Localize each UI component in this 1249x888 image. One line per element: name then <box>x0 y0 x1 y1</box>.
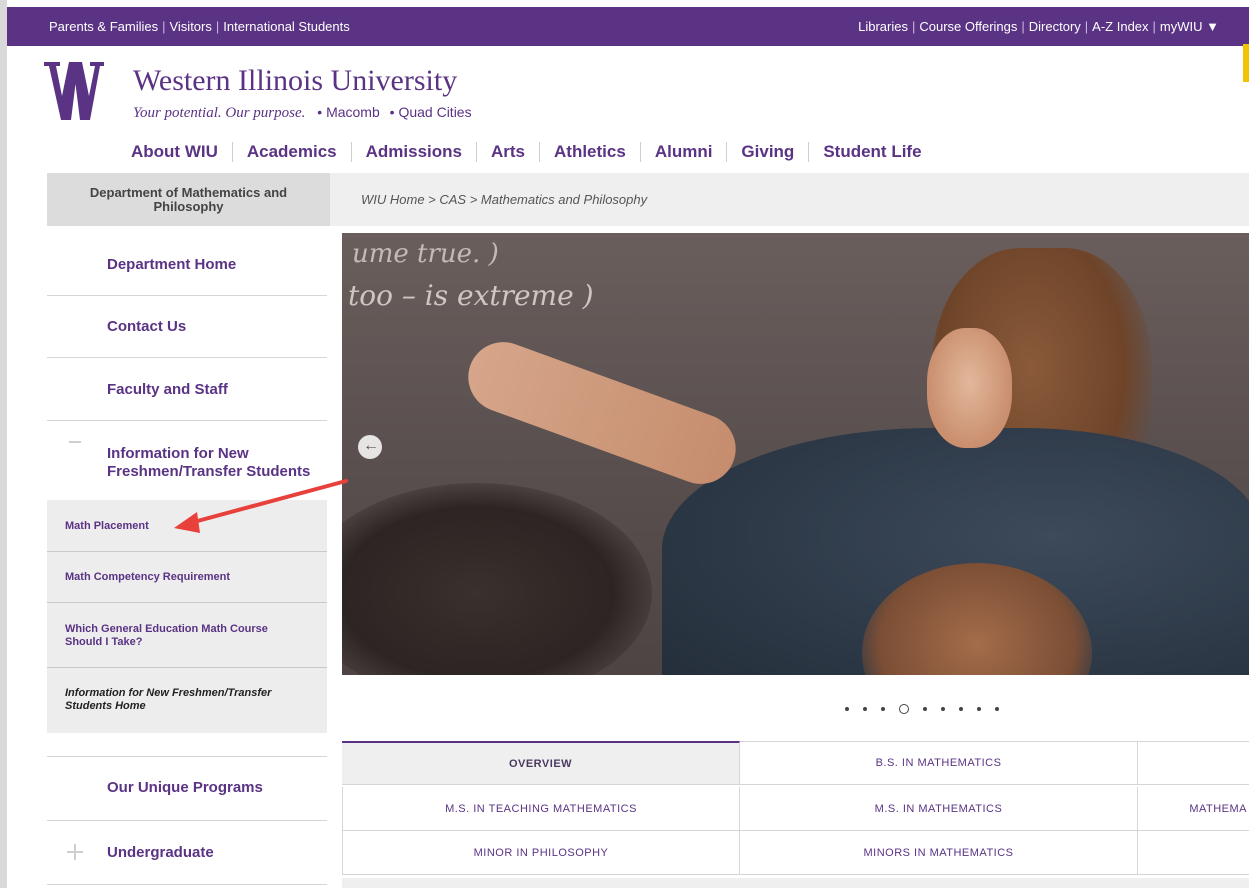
tagline-text: Your potential. Our purpose. <box>133 105 306 121</box>
slide-photo-element <box>927 328 1012 448</box>
slider-pagination <box>838 704 1006 714</box>
tab-overview[interactable]: OVERVIEW <box>342 741 740 785</box>
tab-minor-philosophy[interactable]: MINOR IN PHILOSOPHY <box>342 831 740 875</box>
breadcrumb[interactable]: WIU Home > CAS > Mathematics and Philoso… <box>361 192 647 207</box>
mywiu-dropdown[interactable]: myWIU ▼ <box>1160 19 1219 34</box>
sidebar-subitem-label: Math Placement <box>65 520 149 532</box>
slider-dot[interactable] <box>977 707 981 711</box>
sidebar-subitem-label: Information for New Freshmen/Transfer St… <box>65 687 272 712</box>
nav-arts[interactable]: Arts <box>477 142 539 162</box>
sidebar-item-faculty-staff[interactable]: Faculty and Staff <box>47 358 327 421</box>
sidebar-item-label: Faculty and Staff <box>107 381 228 398</box>
link-parents-families[interactable]: Parents & Families <box>49 19 158 34</box>
sidebar-item-department-home[interactable]: Department Home <box>47 233 327 296</box>
slider-dot[interactable] <box>845 707 849 711</box>
tab-bs-mathematics[interactable]: B.S. IN MATHEMATICS <box>740 741 1138 785</box>
department-title: Department of Mathematics and Philosophy <box>89 184 288 214</box>
chalkboard-writing: ume true. ) <box>352 239 499 269</box>
wiu-logo-icon[interactable] <box>38 62 104 120</box>
tab-ms-mathematics[interactable]: M.S. IN MATHEMATICS <box>740 787 1138 831</box>
tab-mathematics-truncated[interactable]: MATHEMA <box>1138 787 1249 831</box>
tab-empty-1[interactable] <box>1138 741 1249 785</box>
link-directory[interactable]: Directory <box>1029 19 1081 34</box>
sidebar-item-undergraduate[interactable]: Undergraduate <box>47 820 327 885</box>
nav-about-wiu[interactable]: About WIU <box>122 142 232 162</box>
sidebar-subitem-label: Which General Education Math Course Shou… <box>65 623 268 648</box>
sidebar-item-label: Our Unique Programs <box>107 779 263 796</box>
department-title-box[interactable]: Department of Mathematics and Philosophy <box>47 173 330 226</box>
sidebar-item-our-unique-programs[interactable]: Our Unique Programs <box>47 756 327 821</box>
breadcrumb-bar: WIU Home > CAS > Mathematics and Philoso… <box>330 173 1249 226</box>
university-name[interactable]: Western Illinois University <box>133 64 457 98</box>
sidebar-item-new-freshmen-transfer[interactable]: Information for New Freshmen/Transfer St… <box>47 421 327 500</box>
link-libraries[interactable]: Libraries <box>858 19 908 34</box>
nav-admissions[interactable]: Admissions <box>352 142 476 162</box>
utility-links-right: Libraries | Course Offerings | Directory | A-Z… <box>858 19 1219 34</box>
page-left-edge <box>0 0 7 888</box>
main-navigation: About WIU Academics Admissions Arts Athl… <box>122 142 936 162</box>
sidebar-item-label: Information for New Freshmen/Transfer St… <box>107 445 310 481</box>
campus-macomb-link[interactable]: • Macomb <box>317 104 379 120</box>
sidebar-item-label: Department Home <box>107 256 237 273</box>
link-a-z-index[interactable]: A-Z Index <box>1092 19 1148 34</box>
tab-empty-2[interactable] <box>1138 831 1249 875</box>
expand-plus-icon[interactable] <box>74 844 76 860</box>
link-visitors[interactable]: Visitors <box>169 19 211 34</box>
sidebar-item-contact-us[interactable]: Contact Us <box>47 295 327 358</box>
slide-photo-element <box>458 332 746 494</box>
nav-academics[interactable]: Academics <box>233 142 351 162</box>
slider-dot[interactable] <box>941 707 945 711</box>
slider-dot[interactable] <box>995 707 999 711</box>
slider-dot[interactable] <box>959 707 963 711</box>
slide-photo-element <box>342 483 652 675</box>
chalkboard-writing: too – is extreme ) <box>348 279 594 312</box>
collapse-minus-icon[interactable] <box>69 441 81 443</box>
sidebar-subitem-new-students-home[interactable]: Information for New Freshmen/Transfer St… <box>47 668 327 733</box>
yellow-side-tab[interactable] <box>1243 44 1249 82</box>
hero-slider[interactable]: ume true. ) too – is extreme ) ← <box>342 233 1249 675</box>
sidebar-item-label-line: Information for New <box>107 445 249 462</box>
sidebar-subitem-math-placement[interactable]: Math Placement <box>47 500 327 552</box>
program-tabs: OVERVIEW B.S. IN MATHEMATICS M.S. IN TEA… <box>342 741 1249 879</box>
link-international-students[interactable]: International Students <box>223 19 349 34</box>
sidebar-subitem-label: Math Competency Requirement <box>65 571 231 583</box>
slider-dot-active[interactable] <box>899 704 909 714</box>
slider-dot[interactable] <box>863 707 867 711</box>
nav-alumni[interactable]: Alumni <box>641 142 727 162</box>
sidebar-subitem-which-gen-ed-course[interactable]: Which General Education Math Course Shou… <box>47 603 327 668</box>
utility-links-left: Parents & Families | Visitors | Internationa… <box>49 19 350 34</box>
slider-dot[interactable] <box>881 707 885 711</box>
tab-minors-mathematics[interactable]: MINORS IN MATHEMATICS <box>740 831 1138 875</box>
tagline: Your potential. Our purpose. • Macomb • … <box>133 104 472 122</box>
sidebar-subitem-math-competency[interactable]: Math Competency Requirement <box>47 552 327 603</box>
utility-bar: Parents & Families | Visitors | Internationa… <box>7 7 1249 46</box>
slider-dot[interactable] <box>923 707 927 711</box>
sidebar-item-label: Undergraduate <box>107 844 214 861</box>
sidebar-item-label: Contact Us <box>107 318 187 335</box>
content-bottom-strip <box>342 878 1249 888</box>
nav-giving[interactable]: Giving <box>727 142 808 162</box>
tab-ms-teaching-mathematics[interactable]: M.S. IN TEACHING MATHEMATICS <box>342 787 740 831</box>
sidebar-item-label-line: Freshmen/Transfer Students <box>107 463 311 480</box>
slider-prev-arrow-icon[interactable]: ← <box>358 435 382 459</box>
nav-athletics[interactable]: Athletics <box>540 142 640 162</box>
campus-quad-cities-link[interactable]: • Quad Cities <box>390 104 472 120</box>
nav-student-life[interactable]: Student Life <box>809 142 935 162</box>
link-course-offerings[interactable]: Course Offerings <box>919 19 1017 34</box>
